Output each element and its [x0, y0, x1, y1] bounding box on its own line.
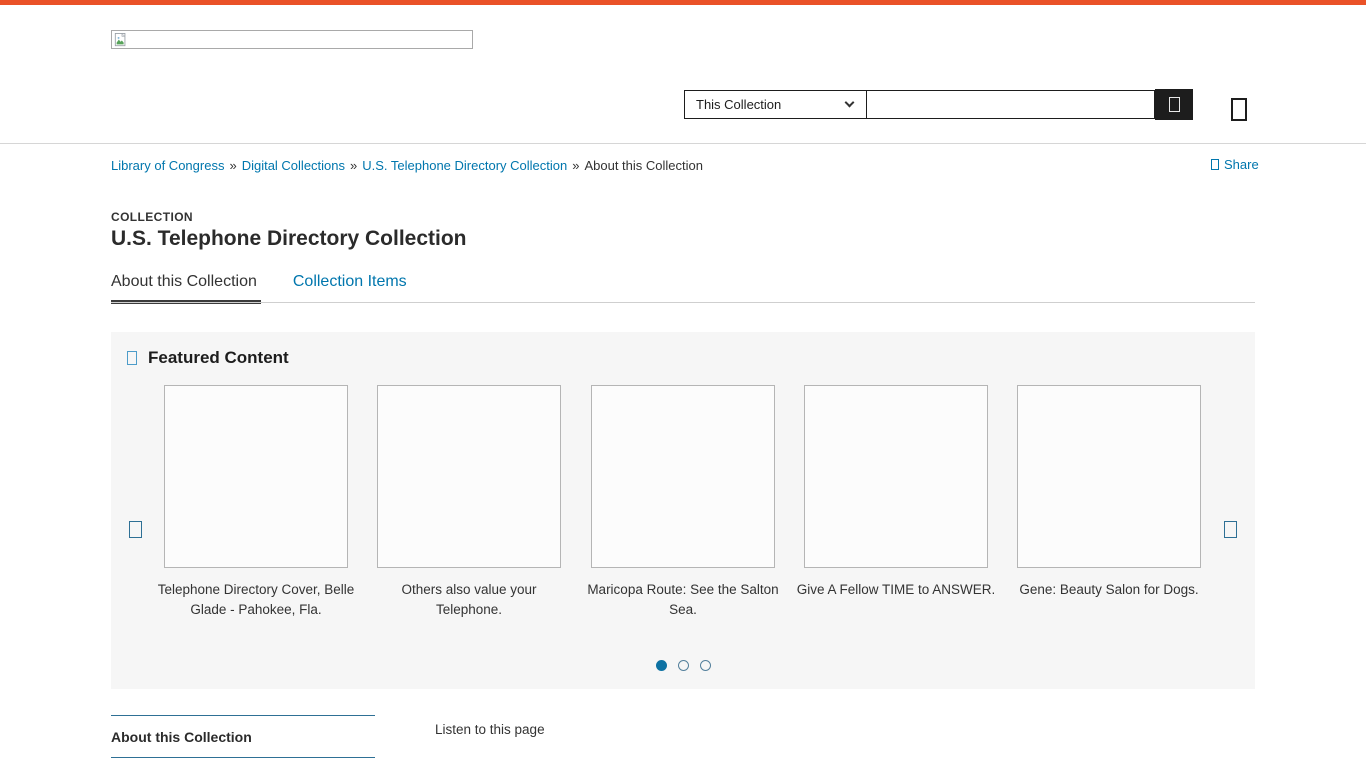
- menu-icon[interactable]: [1231, 98, 1247, 121]
- featured-card-image[interactable]: [164, 385, 348, 568]
- featured-card-image[interactable]: [804, 385, 988, 568]
- breadcrumb-link-library-of-congress[interactable]: Library of Congress: [111, 158, 224, 173]
- breadcrumb-link-collection[interactable]: U.S. Telephone Directory Collection: [362, 158, 567, 173]
- carousel-pagination: [111, 660, 1255, 671]
- search-scope-select[interactable]: This Collection: [684, 90, 866, 119]
- tab-about-this-collection[interactable]: About this Collection: [111, 273, 261, 304]
- search-icon: [1169, 97, 1180, 112]
- sidebar-item-label: About this Collection: [111, 729, 252, 745]
- featured-card-image[interactable]: [1017, 385, 1201, 568]
- page-title: U.S. Telephone Directory Collection: [111, 227, 467, 251]
- carousel-next-icon[interactable]: [1224, 521, 1237, 538]
- featured-content-header: Featured Content: [127, 348, 289, 368]
- carousel-dot-1[interactable]: [656, 660, 667, 671]
- featured-card-caption[interactable]: Others also value your Telephone.: [369, 580, 569, 620]
- tab-collection-items[interactable]: Collection Items: [293, 273, 407, 304]
- breadcrumb-current: About this Collection: [584, 158, 703, 173]
- carousel-dot-2[interactable]: [678, 660, 689, 671]
- search-input[interactable]: [866, 90, 1155, 119]
- share-label: Share: [1224, 157, 1259, 172]
- featured-content-title: Featured Content: [148, 348, 289, 368]
- sidebar-item-about-this-collection[interactable]: About this Collection: [111, 715, 375, 758]
- featured-content-section: Featured Content Telephone Directory Cov…: [111, 332, 1255, 689]
- carousel-dot-3[interactable]: [700, 660, 711, 671]
- collection-eyebrow: COLLECTION: [111, 210, 193, 224]
- featured-content-icon: [127, 351, 137, 365]
- featured-card-caption[interactable]: Gene: Beauty Salon for Dogs.: [1009, 580, 1209, 600]
- breadcrumb-link-digital-collections[interactable]: Digital Collections: [242, 158, 345, 173]
- featured-card-caption[interactable]: Maricopa Route: See the Salton Sea.: [583, 580, 783, 620]
- site-header: This Collection: [0, 5, 1366, 144]
- search-button[interactable]: [1155, 89, 1193, 120]
- carousel-previous-icon[interactable]: [129, 521, 142, 538]
- featured-card-image[interactable]: [377, 385, 561, 568]
- search-bar: This Collection: [684, 89, 1193, 119]
- broken-image-icon: [114, 33, 128, 47]
- breadcrumb: Library of Congress » Digital Collections »…: [111, 158, 703, 173]
- tab-bar: About this Collection Collection Items: [111, 273, 407, 304]
- listen-to-this-page-button[interactable]: Listen to this page: [435, 722, 545, 737]
- featured-card-image[interactable]: [591, 385, 775, 568]
- featured-card-caption[interactable]: Telephone Directory Cover, Belle Glade -…: [156, 580, 356, 620]
- breadcrumb-separator: »: [572, 158, 579, 173]
- tab-divider: [111, 302, 1255, 303]
- share-button[interactable]: Share: [1211, 157, 1259, 172]
- page: This Collection Library of Congress » Digi…: [0, 0, 1366, 768]
- breadcrumb-separator: »: [229, 158, 236, 173]
- featured-card-caption[interactable]: Give A Fellow TIME to ANSWER.: [796, 580, 996, 600]
- site-logo-broken-image[interactable]: [111, 30, 473, 49]
- breadcrumb-separator: »: [350, 158, 357, 173]
- share-icon: [1211, 159, 1219, 170]
